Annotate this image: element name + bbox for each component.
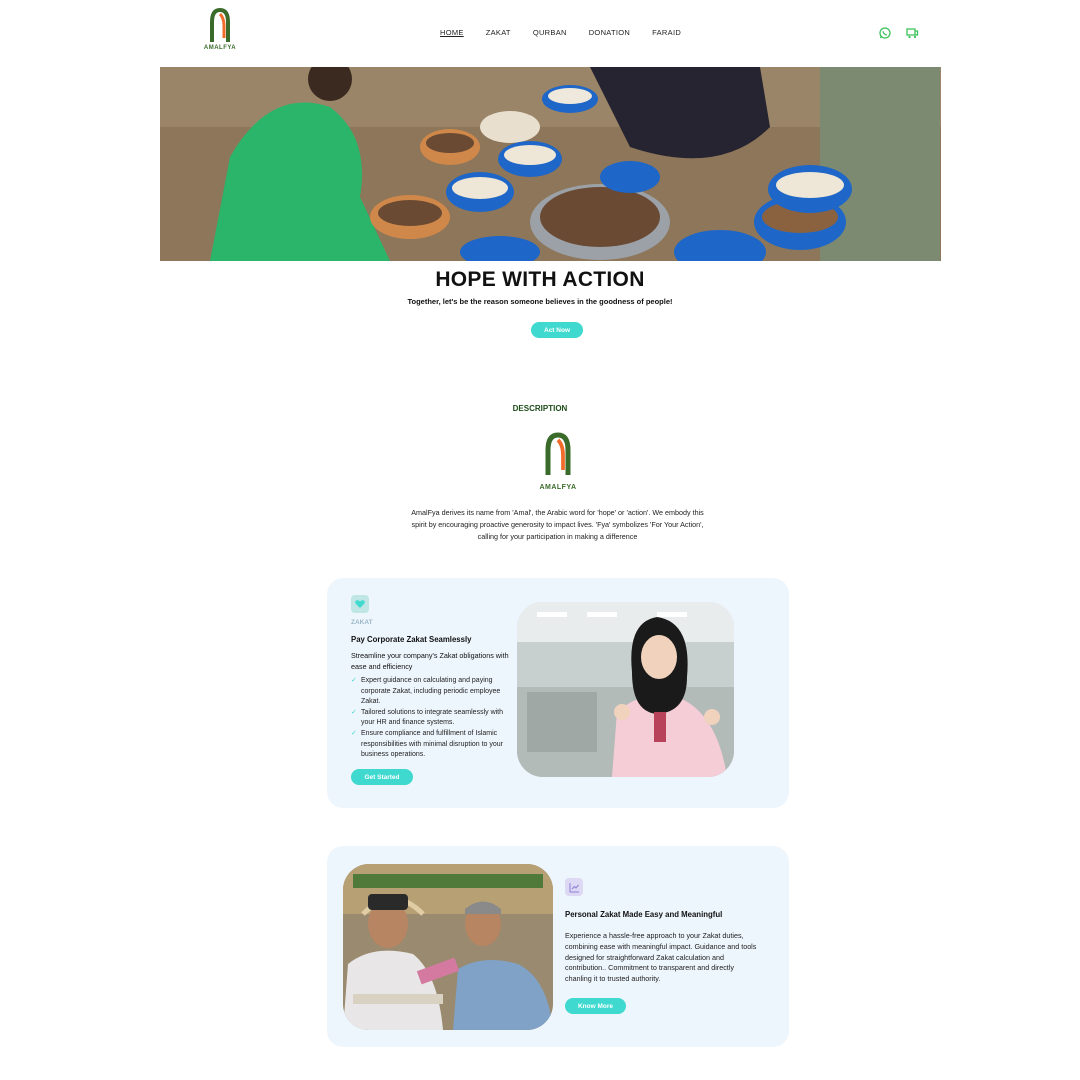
amalfya-logo-icon (210, 8, 230, 42)
logo-text: AMALFYA (203, 45, 237, 51)
act-now-button[interactable]: Act Now (531, 322, 583, 338)
cart-icon[interactable] (905, 26, 919, 40)
description-text: AmalFya derives its name from 'Amal', th… (411, 508, 704, 541)
hero-image (160, 67, 941, 261)
personal-zakat-text: Experience a hassle-free approach to you… (565, 931, 757, 984)
nav-zakat[interactable]: ZAKAT (486, 28, 511, 37)
nav-home[interactable]: HOME (440, 28, 464, 37)
get-started-button[interactable]: Get Started (351, 769, 413, 785)
nav-qurban[interactable]: QURBAN (533, 28, 567, 37)
people-photo (343, 864, 553, 1030)
main-nav: HOME ZAKAT QURBAN DONATION FARAID (440, 28, 681, 37)
heart-icon (351, 595, 369, 613)
amalfya-logo-icon (545, 432, 571, 475)
hero-title: HOPE WITH ACTION (435, 268, 645, 291)
nav-donation[interactable]: DONATION (589, 28, 630, 37)
hero-subtitle: Together, let's be the reason someone be… (407, 297, 673, 306)
check-icon: ✓ (351, 677, 357, 684)
zakat-card-title: Pay Corporate Zakat Seamlessly (351, 635, 472, 644)
whatsapp-icon[interactable] (878, 26, 892, 40)
know-more-button[interactable]: Know More (565, 998, 626, 1014)
check-icon: ✓ (351, 708, 357, 716)
check-icon: ✓ (351, 729, 357, 737)
nav-faraid[interactable]: FARAID (652, 28, 681, 37)
chart-icon (565, 878, 583, 896)
zakat-benefits-list: ✓ Expert guidance on calculating and pay… (351, 676, 511, 761)
brand-logo[interactable]: AMALFYA (200, 8, 240, 58)
logo-text: AMALFYA (539, 484, 577, 491)
list-item: ✓ Tailored solutions to integrate seamle… (351, 708, 511, 729)
list-item: ✓ Ensure compliance and fulfillment of I… (351, 729, 511, 761)
description-logo: AMALFYA (530, 432, 586, 494)
office-photo (517, 602, 734, 777)
zakat-label: ZAKAT (351, 619, 373, 626)
personal-zakat-title: Personal Zakat Made Easy and Meaningful (565, 910, 723, 919)
zakat-card-subtitle: Streamline your company's Zakat obligati… (351, 651, 509, 671)
description-heading: DESCRIPTION (512, 404, 568, 413)
list-item: ✓ Expert guidance on calculating and pay… (351, 676, 511, 708)
